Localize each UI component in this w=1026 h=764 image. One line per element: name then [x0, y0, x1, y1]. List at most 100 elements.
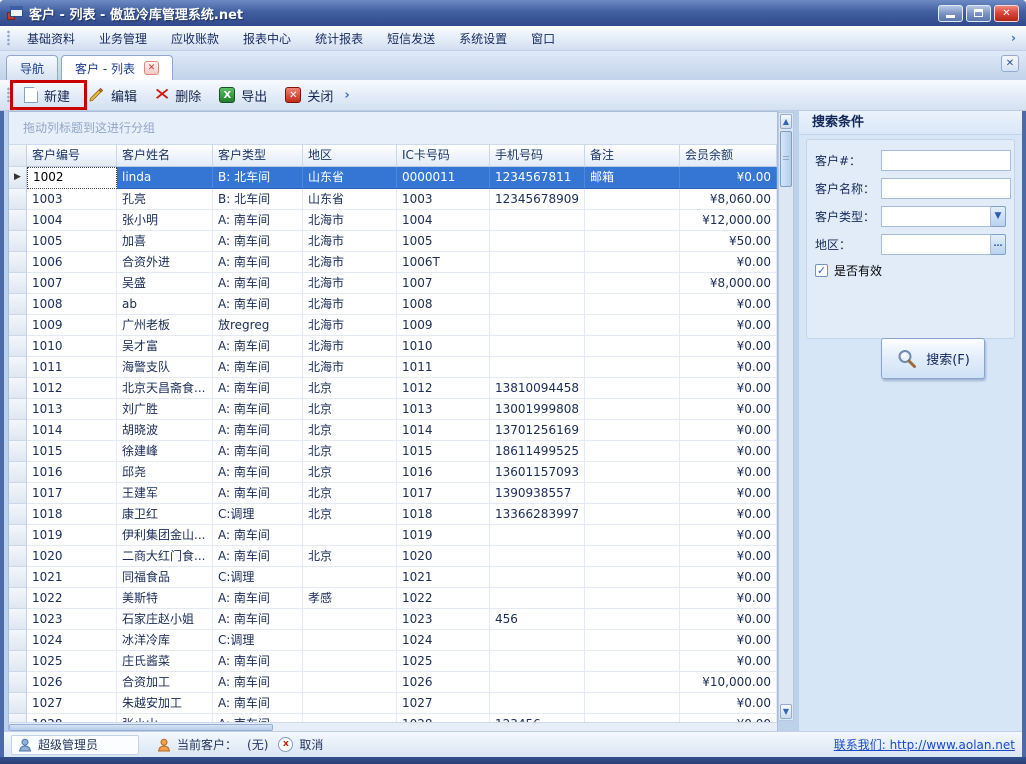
- menu-item-2[interactable]: 应收账款: [159, 30, 231, 48]
- cell-member_balance[interactable]: ¥0.00: [680, 525, 777, 546]
- cell-region[interactable]: 北海市: [303, 231, 397, 252]
- table-row[interactable]: 1023石家庄赵小姐A: 南车间1023456¥0.00: [9, 609, 777, 630]
- cell-region[interactable]: [303, 630, 397, 651]
- cell-customer_type[interactable]: A: 南车间: [213, 357, 303, 378]
- cell-customer_name[interactable]: 王建军: [117, 483, 213, 504]
- cell-member_balance[interactable]: ¥0.00: [680, 714, 777, 722]
- cell-mobile_no[interactable]: 13810094458: [490, 378, 585, 399]
- cell-member_balance[interactable]: ¥0.00: [680, 483, 777, 504]
- cell-customer_id[interactable]: 1012: [27, 378, 117, 399]
- cell-remark[interactable]: [585, 399, 680, 420]
- cell-remark[interactable]: [585, 672, 680, 693]
- minimize-button[interactable]: [938, 5, 963, 22]
- cell-remark[interactable]: [585, 336, 680, 357]
- cell-customer_name[interactable]: 邱尧: [117, 462, 213, 483]
- cell-remark[interactable]: [585, 504, 680, 525]
- cell-region[interactable]: 山东省: [303, 167, 397, 189]
- cell-remark[interactable]: [585, 462, 680, 483]
- cell-remark[interactable]: [585, 231, 680, 252]
- cell-mobile_no[interactable]: [490, 231, 585, 252]
- cell-customer_name[interactable]: 美斯特: [117, 588, 213, 609]
- cell-mobile_no[interactable]: [490, 693, 585, 714]
- cell-customer_id[interactable]: 1013: [27, 399, 117, 420]
- cell-ic_card_no[interactable]: 1016: [397, 462, 490, 483]
- export-button[interactable]: X 导出: [210, 83, 276, 108]
- customer-number-input[interactable]: [881, 150, 1011, 171]
- cell-customer_id[interactable]: 1002: [27, 167, 117, 189]
- cell-customer_id[interactable]: 1022: [27, 588, 117, 609]
- cell-member_balance[interactable]: ¥0.00: [680, 357, 777, 378]
- cell-member_balance[interactable]: ¥8,060.00: [680, 189, 777, 210]
- cell-customer_type[interactable]: C:调理: [213, 504, 303, 525]
- cell-customer_type[interactable]: A: 南车间: [213, 420, 303, 441]
- cell-ic_card_no[interactable]: 1012: [397, 378, 490, 399]
- region-input[interactable]: [881, 234, 991, 255]
- cell-member_balance[interactable]: ¥0.00: [680, 462, 777, 483]
- cell-region[interactable]: 北京: [303, 378, 397, 399]
- table-row[interactable]: 1015徐建峰A: 南车间北京101518611499525¥0.00: [9, 441, 777, 462]
- cell-customer_name[interactable]: 广州老板: [117, 315, 213, 336]
- cell-ic_card_no[interactable]: 1028: [397, 714, 490, 722]
- cell-member_balance[interactable]: ¥12,000.00: [680, 210, 777, 231]
- cell-customer_id[interactable]: 1008: [27, 294, 117, 315]
- cell-member_balance[interactable]: ¥0.00: [680, 693, 777, 714]
- chevron-down-icon[interactable]: ▼: [991, 206, 1006, 227]
- cell-customer_id[interactable]: 1006: [27, 252, 117, 273]
- customer-name-input[interactable]: [881, 178, 1011, 199]
- cell-customer_type[interactable]: B: 北车间: [213, 167, 303, 189]
- cell-ic_card_no[interactable]: 1010: [397, 336, 490, 357]
- toolbar-overflow-chevron-icon[interactable]: ›: [344, 88, 349, 103]
- table-row[interactable]: ▶1002lindaB: 北车间山东省00000111234567811邮箱¥0…: [9, 167, 777, 189]
- tab-customer-list[interactable]: 客户 - 列表 ✕: [61, 55, 173, 80]
- cell-customer_name[interactable]: ab: [117, 294, 213, 315]
- delete-button[interactable]: ✕ 删除: [146, 83, 210, 108]
- cell-remark[interactable]: [585, 483, 680, 504]
- cell-customer_name[interactable]: 石家庄赵小姐: [117, 609, 213, 630]
- cell-customer_type[interactable]: A: 南车间: [213, 210, 303, 231]
- cell-customer_id[interactable]: 1009: [27, 315, 117, 336]
- cell-customer_id[interactable]: 1024: [27, 630, 117, 651]
- cell-customer_name[interactable]: 二商大红门食...: [117, 546, 213, 567]
- is-valid-checkbox[interactable]: ✓: [815, 264, 828, 277]
- table-row[interactable]: 1003孔亮B: 北车间山东省100312345678909¥8,060.00: [9, 189, 777, 210]
- cell-customer_type[interactable]: A: 南车间: [213, 441, 303, 462]
- cell-ic_card_no[interactable]: 1007: [397, 273, 490, 294]
- cell-mobile_no[interactable]: [490, 630, 585, 651]
- cell-customer_id[interactable]: 1023: [27, 609, 117, 630]
- menu-item-7[interactable]: 窗口: [519, 30, 567, 48]
- cell-customer_id[interactable]: 1018: [27, 504, 117, 525]
- cell-mobile_no[interactable]: [490, 210, 585, 231]
- cell-mobile_no[interactable]: 18611499525: [490, 441, 585, 462]
- cell-region[interactable]: 孝感: [303, 588, 397, 609]
- maximize-button[interactable]: [966, 5, 991, 22]
- cell-ic_card_no[interactable]: 1013: [397, 399, 490, 420]
- cell-region[interactable]: [303, 609, 397, 630]
- cell-customer_id[interactable]: 1016: [27, 462, 117, 483]
- cell-customer_id[interactable]: 1005: [27, 231, 117, 252]
- cell-customer_type[interactable]: A: 南车间: [213, 378, 303, 399]
- cell-customer_id[interactable]: 1019: [27, 525, 117, 546]
- table-row[interactable]: 1007吴盛A: 南车间北海市1007¥8,000.00: [9, 273, 777, 294]
- cell-customer_id[interactable]: 1020: [27, 546, 117, 567]
- horizontal-scrollbar-thumb[interactable]: [9, 724, 273, 731]
- cell-customer_type[interactable]: A: 南车间: [213, 588, 303, 609]
- cell-customer_type[interactable]: A: 南车间: [213, 651, 303, 672]
- cell-remark[interactable]: [585, 588, 680, 609]
- cell-customer_type[interactable]: 放regreg: [213, 315, 303, 336]
- ellipsis-icon[interactable]: …: [991, 234, 1006, 255]
- table-row[interactable]: 1025庄氏酱菜A: 南车间1025¥0.00: [9, 651, 777, 672]
- cell-member_balance[interactable]: ¥0.00: [680, 651, 777, 672]
- horizontal-scrollbar[interactable]: [9, 722, 777, 731]
- cell-ic_card_no[interactable]: 1008: [397, 294, 490, 315]
- cell-mobile_no[interactable]: [490, 294, 585, 315]
- column-header-ic_card_no[interactable]: IC卡号码: [397, 145, 490, 167]
- cell-customer_id[interactable]: 1017: [27, 483, 117, 504]
- cell-customer_id[interactable]: 1021: [27, 567, 117, 588]
- column-header-customer_name[interactable]: 客户姓名: [117, 145, 213, 167]
- cell-customer_name[interactable]: 刘广胜: [117, 399, 213, 420]
- customer-type-select[interactable]: [881, 206, 991, 227]
- table-row[interactable]: 1026合资加工A: 南车间1026¥10,000.00: [9, 672, 777, 693]
- cell-customer_type[interactable]: A: 南车间: [213, 336, 303, 357]
- cell-ic_card_no[interactable]: 1017: [397, 483, 490, 504]
- table-row[interactable]: 1011海警支队A: 南车间北海市1011¥0.00: [9, 357, 777, 378]
